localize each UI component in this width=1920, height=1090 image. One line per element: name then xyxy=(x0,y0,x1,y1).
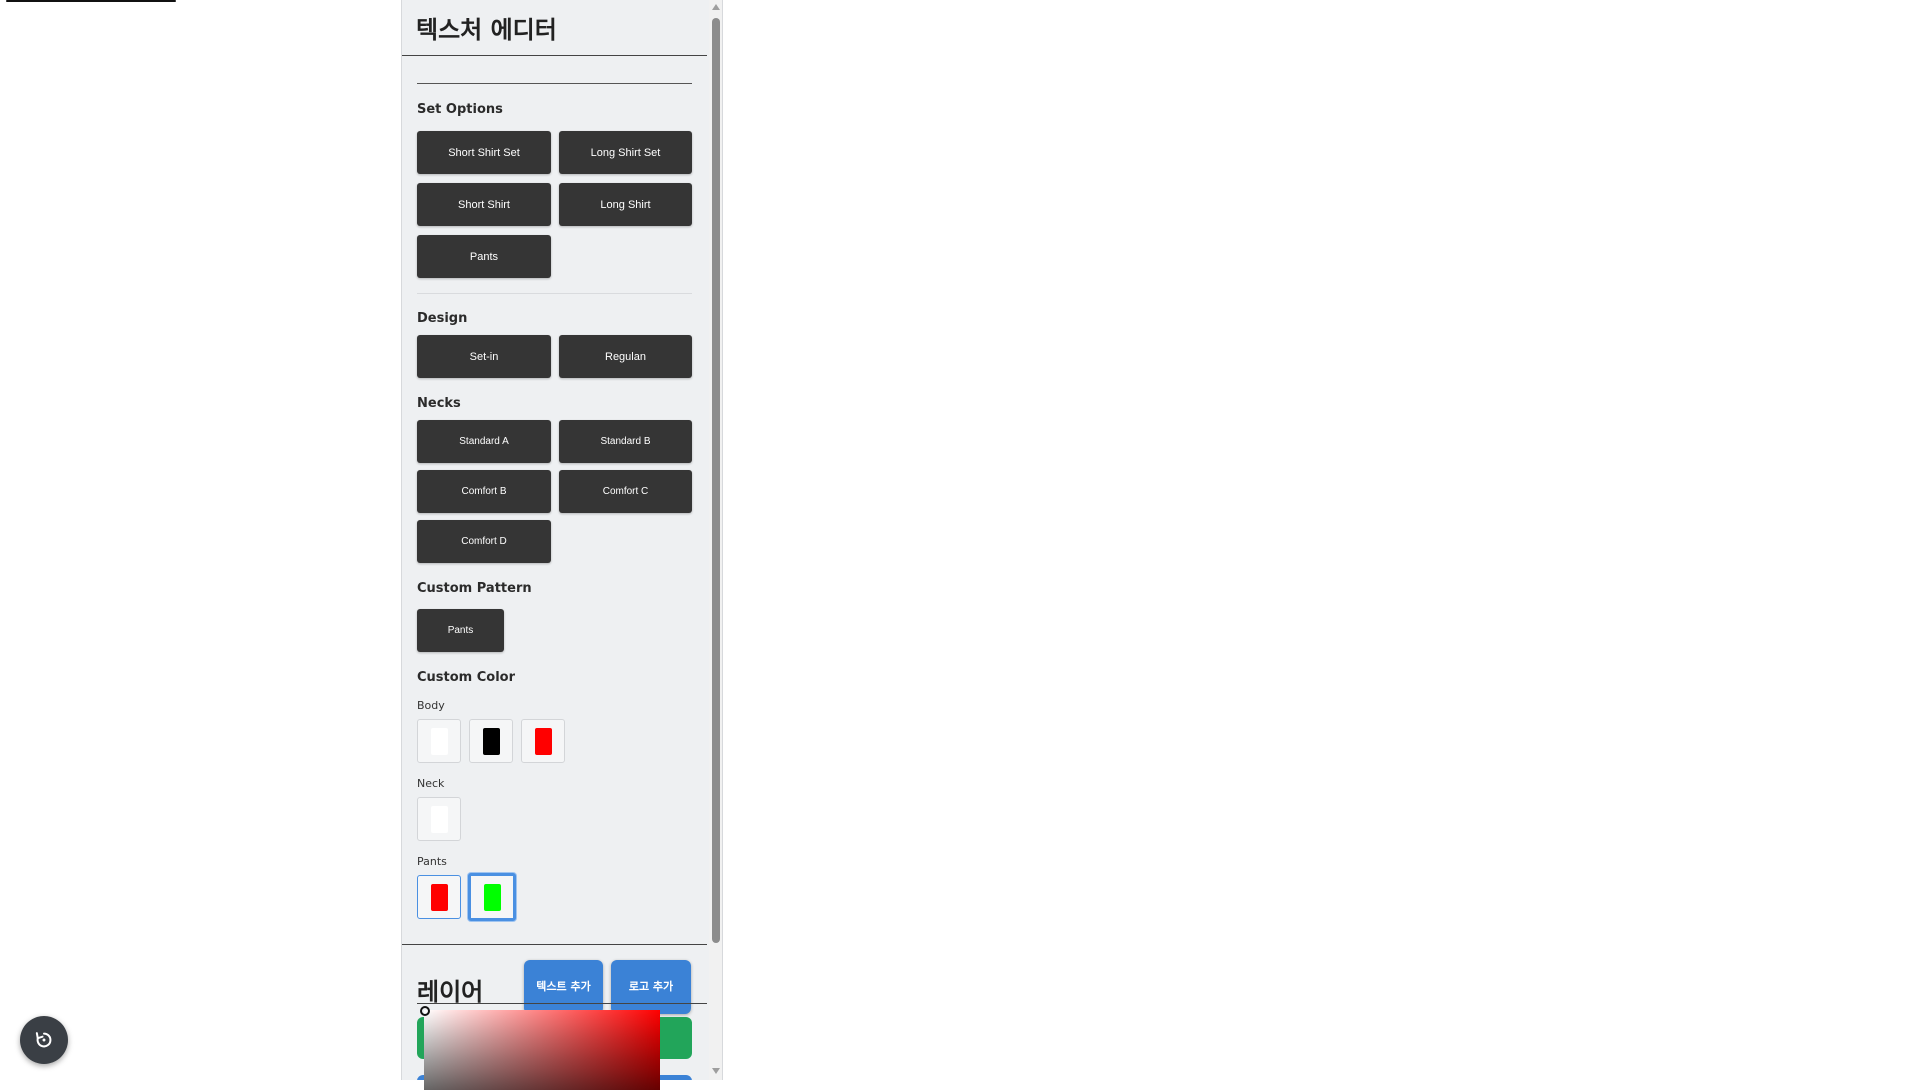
layers-title: 레이어 xyxy=(417,978,484,1006)
texture-editor-panel: 텍스처 에디터 Set Options Short Shirt Set Long… xyxy=(401,0,723,1080)
pants-set-button[interactable]: Pants xyxy=(417,235,551,278)
color-chip xyxy=(430,727,448,755)
color-chip xyxy=(430,805,448,833)
neck-color-label: Neck xyxy=(417,777,445,790)
custom-pattern-label: Custom Pattern xyxy=(417,581,532,596)
add-logo-button[interactable]: 로고 추가 xyxy=(611,960,691,1014)
top-indicator-bar xyxy=(6,0,176,2)
panel-scrollbar[interactable] xyxy=(709,0,722,1080)
reset-icon xyxy=(35,1032,52,1048)
long-shirt-set-button[interactable]: Long Shirt Set xyxy=(559,131,692,174)
layers-subdivider xyxy=(417,1003,707,1004)
color-chip xyxy=(482,727,500,755)
neck-comfort-d-button[interactable]: Comfort D xyxy=(417,520,551,563)
short-shirt-button[interactable]: Short Shirt xyxy=(417,183,551,226)
neck-comfort-c-button[interactable]: Comfort C xyxy=(559,470,692,513)
section-divider-light xyxy=(417,293,692,294)
color-chip xyxy=(430,883,448,911)
color-chip xyxy=(534,727,552,755)
pants-color-swatch-red[interactable] xyxy=(417,875,461,919)
set-options-label: Set Options xyxy=(417,102,503,117)
neck-standard-b-button[interactable]: Standard B xyxy=(559,420,692,463)
short-shirt-set-button[interactable]: Short Shirt Set xyxy=(417,131,551,174)
pattern-pants-button[interactable]: Pants xyxy=(417,609,504,652)
design-label: Design xyxy=(417,311,468,326)
neck-standard-a-button[interactable]: Standard A xyxy=(417,420,551,463)
title-divider xyxy=(402,55,707,56)
custom-color-label: Custom Color xyxy=(417,670,516,685)
add-text-button[interactable]: 텍스트 추가 xyxy=(524,960,603,1014)
neck-comfort-b-button[interactable]: Comfort B xyxy=(417,470,551,513)
body-color-swatch-red[interactable] xyxy=(521,719,565,763)
panel-title: 텍스처 에디터 xyxy=(416,16,557,44)
arrow-down-icon[interactable] xyxy=(712,1068,720,1074)
color-picker-handle[interactable] xyxy=(420,1006,430,1016)
color-picker-saturation-area[interactable] xyxy=(420,1006,660,1090)
pants-color-label: Pants xyxy=(417,855,447,868)
body-color-label: Body xyxy=(417,699,445,712)
reset-button[interactable] xyxy=(20,1016,68,1064)
body-color-swatch-white[interactable] xyxy=(417,719,461,763)
neck-color-swatch-white[interactable] xyxy=(417,797,461,841)
long-shirt-button[interactable]: Long Shirt xyxy=(559,183,692,226)
section-divider xyxy=(417,83,692,84)
regulan-button[interactable]: Regulan xyxy=(559,335,692,378)
body-color-swatch-black[interactable] xyxy=(469,719,513,763)
layers-divider xyxy=(402,944,707,945)
pants-color-swatch-green[interactable] xyxy=(468,873,516,921)
necks-label: Necks xyxy=(417,396,461,411)
arrow-up-icon[interactable] xyxy=(712,4,720,10)
color-chip xyxy=(483,883,501,911)
set-in-button[interactable]: Set-in xyxy=(417,335,551,378)
scrollbar-thumb[interactable] xyxy=(712,18,720,943)
